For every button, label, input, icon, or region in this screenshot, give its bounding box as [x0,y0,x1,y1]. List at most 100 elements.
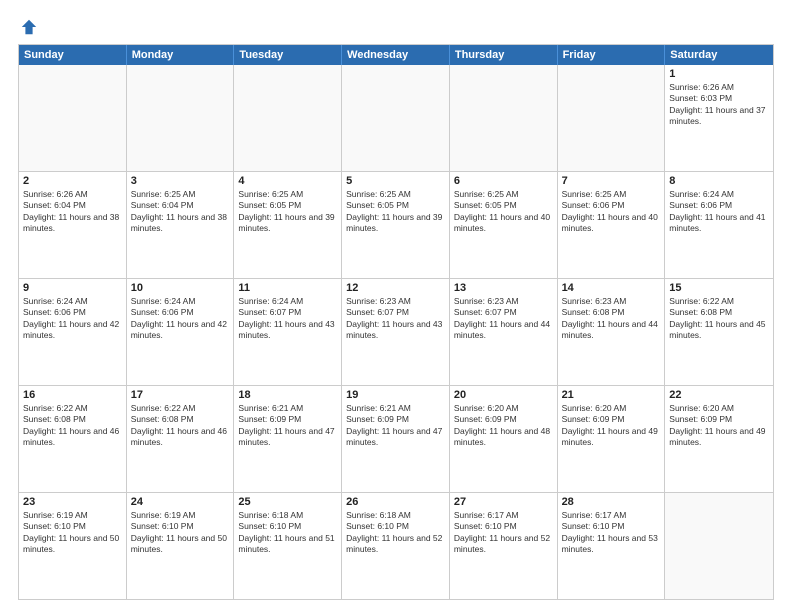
cell-info: Sunrise: 6:19 AM Sunset: 6:10 PM Dayligh… [131,510,230,556]
logo-icon [20,18,38,36]
header-cell-monday: Monday [127,45,235,65]
cal-cell: 14Sunrise: 6:23 AM Sunset: 6:08 PM Dayli… [558,279,666,385]
page: SundayMondayTuesdayWednesdayThursdayFrid… [0,0,792,612]
week-row-2: 2 Sunrise: 6:26 AM Sunset: 6:04 PM Daylig… [19,171,773,278]
cell-info: Sunrise: 6:18 AM Sunset: 6:10 PM Dayligh… [346,510,445,556]
cal-cell: 27 Sunrise: 6:17 AM Sunset: 6:10 PM Dayli… [450,493,558,599]
cell-day-number: 16 [23,389,122,401]
cell-day-number: 9 [23,282,122,294]
cal-cell: 1 Sunrise: 6:26 AM Sunset: 6:03 PM Daylig… [665,65,773,171]
cal-cell: 28Sunrise: 6:17 AM Sunset: 6:10 PM Dayli… [558,493,666,599]
cell-info: Sunrise: 6:25 AM Sunset: 6:05 PM Dayligh… [238,189,337,235]
cal-cell [558,65,666,171]
cell-info: Sunrise: 6:17 AM Sunset: 6:10 PM Dayligh… [454,510,553,556]
cell-day-number: 4 [238,175,337,187]
cal-cell: 11 Sunrise: 6:24 AM Sunset: 6:07 PM Dayli… [234,279,342,385]
header-cell-thursday: Thursday [450,45,558,65]
cell-day-number: 28 [562,496,661,508]
header-cell-saturday: Saturday [665,45,773,65]
cell-day-number: 26 [346,496,445,508]
cell-day-number: 25 [238,496,337,508]
cell-info: Sunrise: 6:21 AM Sunset: 6:09 PM Dayligh… [346,403,445,449]
cell-day-number: 24 [131,496,230,508]
cal-cell: 26 Sunrise: 6:18 AM Sunset: 6:10 PM Dayli… [342,493,450,599]
cal-cell: 13 Sunrise: 6:23 AM Sunset: 6:07 PM Dayli… [450,279,558,385]
cal-cell: 2 Sunrise: 6:26 AM Sunset: 6:04 PM Daylig… [19,172,127,278]
cell-info: Sunrise: 6:24 AM Sunset: 6:06 PM Dayligh… [131,296,230,342]
cell-info: Sunrise: 6:20 AM Sunset: 6:09 PM Dayligh… [669,403,769,449]
cell-info: Sunrise: 6:25 AM Sunset: 6:04 PM Dayligh… [131,189,230,235]
cell-info: Sunrise: 6:26 AM Sunset: 6:03 PM Dayligh… [669,82,769,128]
cell-info: Sunrise: 6:22 AM Sunset: 6:08 PM Dayligh… [669,296,769,342]
cell-info: Sunrise: 6:22 AM Sunset: 6:08 PM Dayligh… [131,403,230,449]
cal-cell: 8 Sunrise: 6:24 AM Sunset: 6:06 PM Daylig… [665,172,773,278]
cell-info: Sunrise: 6:24 AM Sunset: 6:07 PM Dayligh… [238,296,337,342]
calendar-header-row: SundayMondayTuesdayWednesdayThursdayFrid… [19,45,773,65]
cal-cell [234,65,342,171]
cal-cell: 19 Sunrise: 6:21 AM Sunset: 6:09 PM Dayli… [342,386,450,492]
cal-cell [127,65,235,171]
cal-cell [19,65,127,171]
header [18,18,774,36]
header-cell-sunday: Sunday [19,45,127,65]
cell-day-number: 17 [131,389,230,401]
cell-day-number: 13 [454,282,553,294]
header-cell-wednesday: Wednesday [342,45,450,65]
cal-cell: 16 Sunrise: 6:22 AM Sunset: 6:08 PM Dayli… [19,386,127,492]
cal-cell: 6 Sunrise: 6:25 AM Sunset: 6:05 PM Daylig… [450,172,558,278]
header-cell-friday: Friday [558,45,666,65]
cal-cell: 18 Sunrise: 6:21 AM Sunset: 6:09 PM Dayli… [234,386,342,492]
cal-cell [450,65,558,171]
cal-cell: 24 Sunrise: 6:19 AM Sunset: 6:10 PM Dayli… [127,493,235,599]
cell-day-number: 18 [238,389,337,401]
cell-info: Sunrise: 6:25 AM Sunset: 6:05 PM Dayligh… [346,189,445,235]
calendar-body: 1 Sunrise: 6:26 AM Sunset: 6:03 PM Daylig… [19,65,773,599]
logo [18,18,38,36]
cal-cell: 7 Sunrise: 6:25 AM Sunset: 6:06 PM Daylig… [558,172,666,278]
cell-day-number: 8 [669,175,769,187]
cell-info: Sunrise: 6:24 AM Sunset: 6:06 PM Dayligh… [669,189,769,235]
cal-cell: 23 Sunrise: 6:19 AM Sunset: 6:10 PM Dayli… [19,493,127,599]
week-row-5: 23 Sunrise: 6:19 AM Sunset: 6:10 PM Dayli… [19,492,773,599]
calendar: SundayMondayTuesdayWednesdayThursdayFrid… [18,44,774,600]
cell-day-number: 1 [669,68,769,80]
cell-info: Sunrise: 6:26 AM Sunset: 6:04 PM Dayligh… [23,189,122,235]
cell-day-number: 12 [346,282,445,294]
cal-cell: 3 Sunrise: 6:25 AM Sunset: 6:04 PM Daylig… [127,172,235,278]
cal-cell: 15 Sunrise: 6:22 AM Sunset: 6:08 PM Dayli… [665,279,773,385]
cell-day-number: 7 [562,175,661,187]
cell-info: Sunrise: 6:24 AM Sunset: 6:06 PM Dayligh… [23,296,122,342]
cell-day-number: 6 [454,175,553,187]
cell-info: Sunrise: 6:19 AM Sunset: 6:10 PM Dayligh… [23,510,122,556]
cell-info: Sunrise: 6:20 AM Sunset: 6:09 PM Dayligh… [454,403,553,449]
cell-info: Sunrise: 6:23 AM Sunset: 6:07 PM Dayligh… [454,296,553,342]
cell-day-number: 2 [23,175,122,187]
week-row-1: 1 Sunrise: 6:26 AM Sunset: 6:03 PM Daylig… [19,65,773,171]
week-row-4: 16 Sunrise: 6:22 AM Sunset: 6:08 PM Dayli… [19,385,773,492]
cal-cell: 25 Sunrise: 6:18 AM Sunset: 6:10 PM Dayli… [234,493,342,599]
cell-day-number: 11 [238,282,337,294]
cell-info: Sunrise: 6:25 AM Sunset: 6:05 PM Dayligh… [454,189,553,235]
cal-cell: 20Sunrise: 6:20 AM Sunset: 6:09 PM Dayli… [450,386,558,492]
header-cell-tuesday: Tuesday [234,45,342,65]
cell-info: Sunrise: 6:23 AM Sunset: 6:07 PM Dayligh… [346,296,445,342]
cell-day-number: 3 [131,175,230,187]
cell-day-number: 19 [346,389,445,401]
cell-info: Sunrise: 6:21 AM Sunset: 6:09 PM Dayligh… [238,403,337,449]
cell-info: Sunrise: 6:20 AM Sunset: 6:09 PM Dayligh… [562,403,661,449]
cell-day-number: 23 [23,496,122,508]
cal-cell: 21Sunrise: 6:20 AM Sunset: 6:09 PM Dayli… [558,386,666,492]
cal-cell: 4 Sunrise: 6:25 AM Sunset: 6:05 PM Daylig… [234,172,342,278]
cell-day-number: 14 [562,282,661,294]
cell-day-number: 27 [454,496,553,508]
cell-day-number: 15 [669,282,769,294]
cal-cell: 22Sunrise: 6:20 AM Sunset: 6:09 PM Dayli… [665,386,773,492]
cal-cell: 17 Sunrise: 6:22 AM Sunset: 6:08 PM Dayli… [127,386,235,492]
cal-cell [342,65,450,171]
cell-info: Sunrise: 6:18 AM Sunset: 6:10 PM Dayligh… [238,510,337,556]
cell-day-number: 10 [131,282,230,294]
cell-info: Sunrise: 6:22 AM Sunset: 6:08 PM Dayligh… [23,403,122,449]
cal-cell: 10 Sunrise: 6:24 AM Sunset: 6:06 PM Dayli… [127,279,235,385]
cell-info: Sunrise: 6:25 AM Sunset: 6:06 PM Dayligh… [562,189,661,235]
cell-day-number: 5 [346,175,445,187]
